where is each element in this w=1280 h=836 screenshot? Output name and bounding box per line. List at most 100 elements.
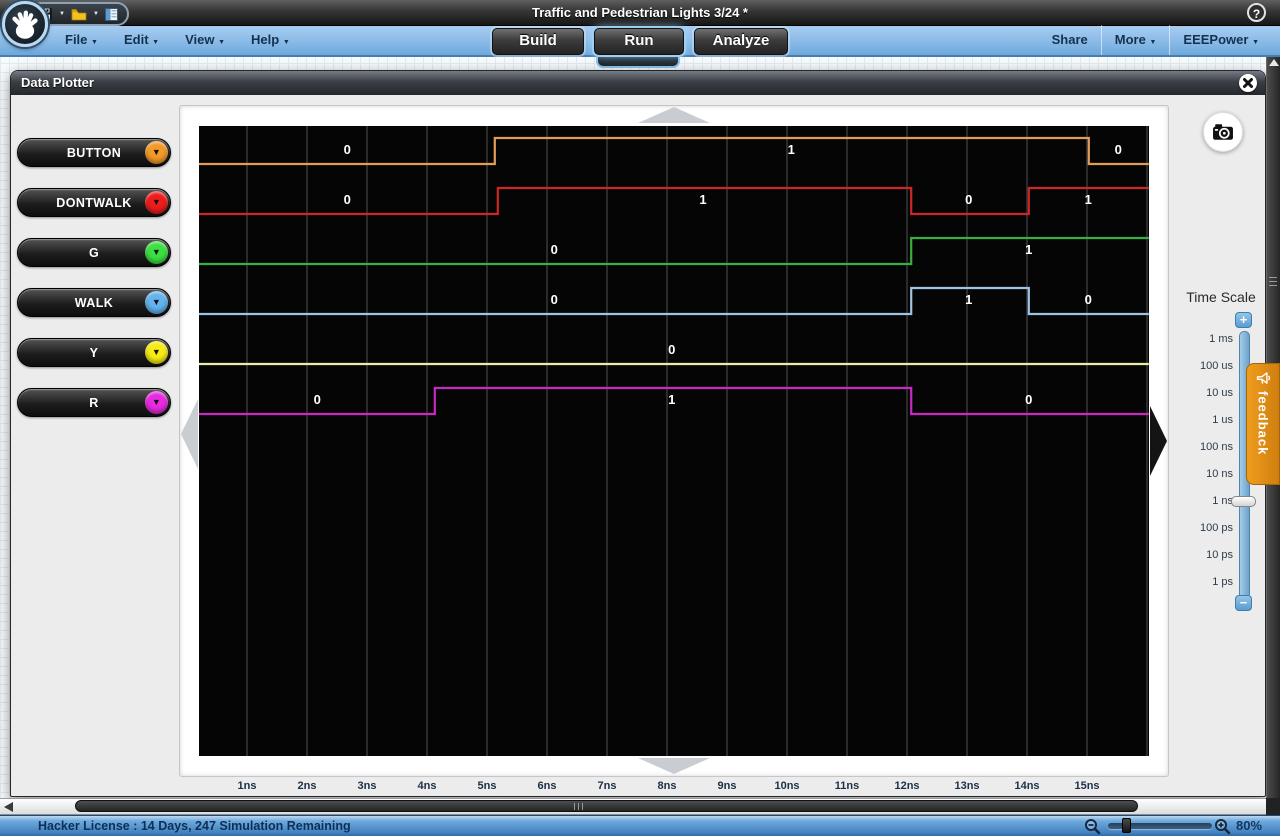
signal-button-WALK[interactable]: WALK ▼ bbox=[17, 288, 171, 317]
signal-color-dropdown-icon[interactable]: ▼ bbox=[145, 241, 168, 264]
window-titlebar[interactable]: Data Plotter bbox=[11, 71, 1265, 95]
open-dropdown-caret[interactable]: ▼ bbox=[93, 11, 99, 17]
menu-help[interactable]: Help ▼ bbox=[238, 25, 303, 55]
zoom-out-icon[interactable] bbox=[1084, 818, 1102, 836]
menu-view[interactable]: View ▼ bbox=[172, 25, 238, 55]
share-button[interactable]: Share bbox=[1039, 25, 1101, 55]
time-tick: 14ns bbox=[1007, 780, 1047, 792]
build-mode-button[interactable]: Build bbox=[492, 28, 584, 55]
pan-down-icon[interactable] bbox=[638, 758, 710, 774]
time-scale-option[interactable]: 1 ps bbox=[1141, 569, 1233, 596]
time-scale-option[interactable]: 100 ps bbox=[1141, 515, 1233, 542]
time-tick: 13ns bbox=[947, 780, 987, 792]
time-scale-option[interactable]: 1 ms bbox=[1141, 326, 1233, 353]
snapshot-button[interactable] bbox=[1203, 112, 1243, 152]
waveform-plot[interactable]: 0100101010100010 bbox=[199, 126, 1149, 756]
time-scale-minus-button[interactable]: − bbox=[1235, 595, 1252, 611]
time-tick: 5ns bbox=[467, 780, 507, 792]
signal-color-dropdown-icon[interactable]: ▼ bbox=[145, 291, 168, 314]
zoom-in-icon[interactable] bbox=[1214, 818, 1232, 836]
project-title: Traffic and Pedestrian Lights 3/24 * bbox=[0, 0, 1280, 25]
signal-button-G[interactable]: G ▼ bbox=[17, 238, 171, 267]
analyze-mode-button[interactable]: Analyze bbox=[694, 28, 788, 55]
signal-color-dropdown-icon[interactable]: ▼ bbox=[145, 141, 168, 164]
time-tick: 4ns bbox=[407, 780, 447, 792]
svg-text:0: 0 bbox=[668, 342, 675, 357]
svg-text:0: 0 bbox=[344, 192, 351, 207]
svg-text:0: 0 bbox=[1115, 142, 1122, 157]
svg-text:1: 1 bbox=[699, 192, 706, 207]
signal-button-BUTTON[interactable]: BUTTON ▼ bbox=[17, 138, 171, 167]
more-menu[interactable]: More ▼ bbox=[1101, 25, 1170, 55]
scroll-left-icon[interactable] bbox=[4, 802, 13, 812]
close-icon[interactable] bbox=[1239, 74, 1257, 92]
time-tick: 6ns bbox=[527, 780, 567, 792]
signal-button-R[interactable]: R ▼ bbox=[17, 388, 171, 417]
time-scale-option[interactable]: 1 ns bbox=[1141, 488, 1233, 515]
svg-text:1: 1 bbox=[1025, 242, 1032, 257]
window-title: Data Plotter bbox=[21, 75, 94, 90]
svg-text:0: 0 bbox=[551, 242, 558, 257]
pan-up-icon[interactable] bbox=[638, 107, 710, 123]
time-tick: 7ns bbox=[587, 780, 627, 792]
time-tick: 3ns bbox=[347, 780, 387, 792]
time-tick: 1ns bbox=[227, 780, 267, 792]
time-tick: 10ns bbox=[767, 780, 807, 792]
save-dropdown-caret[interactable]: ▼ bbox=[59, 11, 65, 17]
time-scale-option[interactable]: 100 ns bbox=[1141, 434, 1233, 461]
svg-text:0: 0 bbox=[344, 142, 351, 157]
right-menu: Share More ▼ EEEPower ▼ bbox=[1039, 25, 1272, 55]
time-scale-option[interactable]: 100 us bbox=[1141, 353, 1233, 380]
time-scale-plus-button[interactable]: + bbox=[1235, 312, 1252, 328]
signal-color-dropdown-icon[interactable]: ▼ bbox=[145, 341, 168, 364]
horizontal-scrollbar[interactable] bbox=[0, 798, 1280, 815]
breadboard-icon[interactable] bbox=[105, 8, 118, 21]
status-bar: Hacker License : 14 Days, 247 Simulation… bbox=[0, 815, 1280, 836]
time-scale-slider-handle[interactable] bbox=[1231, 496, 1256, 507]
signal-color-dropdown-icon[interactable]: ▼ bbox=[145, 191, 168, 214]
scrollbar-corner bbox=[1266, 798, 1280, 815]
time-tick: 2ns bbox=[287, 780, 327, 792]
time-scale-option[interactable]: 10 ps bbox=[1141, 542, 1233, 569]
time-scale-option[interactable]: 10 us bbox=[1141, 380, 1233, 407]
data-plotter-window: Data Plotter BUTTON ▼ DONTWALK bbox=[10, 70, 1266, 797]
pan-left-icon[interactable] bbox=[181, 399, 198, 469]
time-scale-title: Time Scale bbox=[1171, 289, 1271, 305]
zoom-slider-handle[interactable] bbox=[1122, 818, 1131, 833]
zoom-level: 80% bbox=[1236, 816, 1262, 836]
app-logo-icon[interactable] bbox=[2, 1, 48, 47]
time-tick: 15ns bbox=[1067, 780, 1107, 792]
svg-text:0: 0 bbox=[314, 392, 321, 407]
time-scale-option[interactable]: 1 us bbox=[1141, 407, 1233, 434]
account-menu[interactable]: EEEPower ▼ bbox=[1169, 25, 1272, 55]
svg-text:0: 0 bbox=[551, 292, 558, 307]
signal-color-dropdown-icon[interactable]: ▼ bbox=[145, 391, 168, 414]
time-tick: 12ns bbox=[887, 780, 927, 792]
time-tick: 8ns bbox=[647, 780, 687, 792]
svg-text:0: 0 bbox=[1085, 292, 1092, 307]
help-icon[interactable]: ? bbox=[1247, 3, 1266, 22]
title-strip: Traffic and Pedestrian Lights 3/24 * ▼ ▼ bbox=[0, 0, 1280, 26]
time-scale-option[interactable]: 10 ns bbox=[1141, 461, 1233, 488]
app-root: Traffic and Pedestrian Lights 3/24 * ▼ ▼ bbox=[0, 0, 1280, 836]
run-mode-button[interactable]: Run bbox=[594, 28, 684, 55]
horizontal-scroll-thumb[interactable] bbox=[75, 800, 1138, 812]
feedback-tab[interactable]: feedback bbox=[1246, 363, 1280, 485]
menu-items: File ▼ Edit ▼ View ▼ Help ▼ bbox=[52, 25, 303, 55]
open-folder-icon[interactable] bbox=[71, 8, 87, 21]
camera-icon bbox=[1210, 119, 1236, 145]
svg-text:1: 1 bbox=[788, 142, 795, 157]
menu-edit[interactable]: Edit ▼ bbox=[111, 25, 172, 55]
license-status: Hacker License : 14 Days, 247 Simulation… bbox=[38, 816, 351, 836]
signal-button-DONTWALK[interactable]: DONTWALK ▼ bbox=[17, 188, 171, 217]
svg-text:0: 0 bbox=[1025, 392, 1032, 407]
feedback-label: feedback bbox=[1256, 391, 1271, 455]
time-tick: 9ns bbox=[707, 780, 747, 792]
scroll-up-icon[interactable] bbox=[1269, 59, 1279, 66]
svg-text:0: 0 bbox=[965, 192, 972, 207]
megaphone-icon bbox=[1255, 370, 1272, 387]
svg-text:1: 1 bbox=[1085, 192, 1092, 207]
menu-file[interactable]: File ▼ bbox=[52, 25, 111, 55]
svg-text:1: 1 bbox=[668, 392, 675, 407]
signal-button-Y[interactable]: Y ▼ bbox=[17, 338, 171, 367]
